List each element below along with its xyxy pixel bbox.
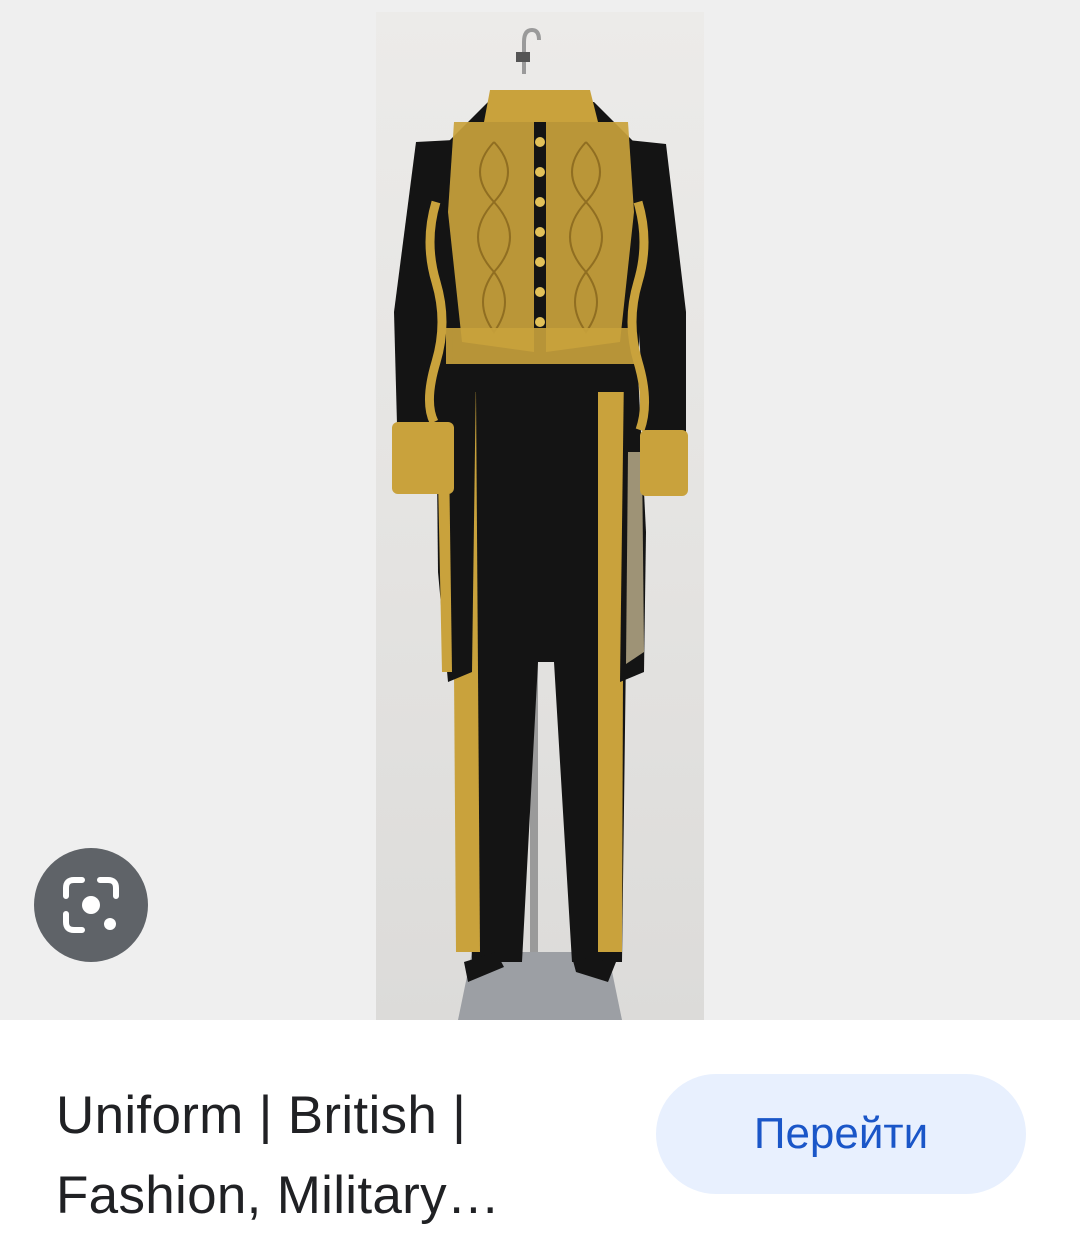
waist-embroidery — [446, 328, 634, 364]
embroidery-left — [448, 122, 534, 352]
collar — [484, 90, 598, 122]
result-image[interactable] — [376, 12, 704, 1020]
visit-button[interactable]: Перейти — [656, 1074, 1026, 1194]
result-title[interactable]: Uniform | British | Fashion, Military… — [56, 1076, 616, 1235]
uniform-illustration — [392, 27, 688, 1020]
hanger-tag — [516, 52, 530, 62]
image-viewer — [0, 0, 1080, 1020]
cuff-left — [392, 422, 454, 494]
google-lens-icon — [63, 877, 119, 933]
cuff-right — [640, 430, 688, 496]
lens-search-button[interactable] — [34, 848, 148, 962]
sleeve-left — [394, 140, 454, 462]
trouser-stripe-right — [598, 392, 624, 952]
embroidery-right — [546, 122, 634, 352]
